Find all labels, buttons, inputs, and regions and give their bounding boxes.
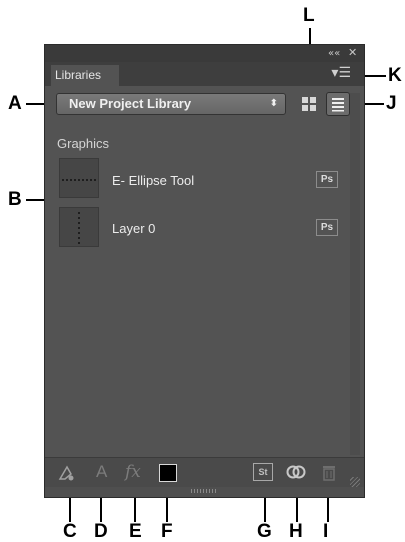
item-thumbnail[interactable] <box>59 158 99 198</box>
panel-tabstrip: Libraries ▾☰ <box>45 62 364 86</box>
collapse-icon[interactable]: «« <box>328 48 340 59</box>
grid-view-button[interactable] <box>297 92 321 116</box>
add-graphic-icon[interactable] <box>57 464 77 482</box>
creative-cloud-sync-icon[interactable] <box>285 463 307 481</box>
list-item-label[interactable]: E- Ellipse Tool <box>112 173 194 188</box>
add-character-style-icon[interactable]: A <box>96 462 107 482</box>
callout-B: B <box>8 189 22 210</box>
callout-I: I <box>323 521 329 542</box>
callout-E: E <box>129 521 142 542</box>
list-view-button[interactable] <box>326 92 350 116</box>
library-select[interactable]: New Project Library ⬍ <box>56 93 286 115</box>
corner-resize-icon[interactable] <box>350 477 360 487</box>
add-layer-style-icon[interactable]: fx <box>125 462 141 482</box>
resize-grip-icon[interactable] <box>191 489 217 493</box>
add-foreground-color-swatch[interactable] <box>159 464 177 482</box>
select-arrow-icon: ⬍ <box>269 98 278 109</box>
callout-L: L <box>303 5 315 26</box>
callout-D: D <box>94 521 108 542</box>
layer-thumbnail-icon <box>78 212 80 244</box>
callout-A: A <box>8 93 22 114</box>
library-select-value: New Project Library <box>69 96 192 111</box>
grid-view-icon <box>302 97 316 111</box>
close-icon[interactable]: ✕ <box>348 46 357 59</box>
adobe-stock-icon[interactable]: St <box>253 463 273 481</box>
callout-G: G <box>257 521 272 542</box>
trash-icon[interactable] <box>321 463 337 481</box>
item-thumbnail[interactable] <box>59 207 99 247</box>
callout-K: K <box>388 65 402 86</box>
callout-H: H <box>289 521 303 542</box>
callout-C: C <box>63 521 77 542</box>
panel-titlebar: «« ✕ <box>45 45 364 62</box>
callout-F: F <box>161 521 173 542</box>
ps-badge: Ps <box>316 219 338 236</box>
section-title-graphics: Graphics <box>57 136 110 151</box>
callout-J: J <box>386 93 397 114</box>
list-item-label[interactable]: Layer 0 <box>112 221 155 236</box>
tab-libraries[interactable]: Libraries <box>51 65 119 86</box>
scrollbar[interactable] <box>350 93 360 455</box>
libraries-panel: «« ✕ Libraries ▾☰ New Project Library ⬍ … <box>44 44 365 498</box>
panel-menu-icon[interactable]: ▾☰ <box>331 66 351 80</box>
ps-badge: Ps <box>316 171 338 188</box>
list-view-icon <box>332 98 344 112</box>
ellipse-thumbnail-icon <box>62 179 98 181</box>
bottom-toolbar: A fx St <box>45 457 364 488</box>
